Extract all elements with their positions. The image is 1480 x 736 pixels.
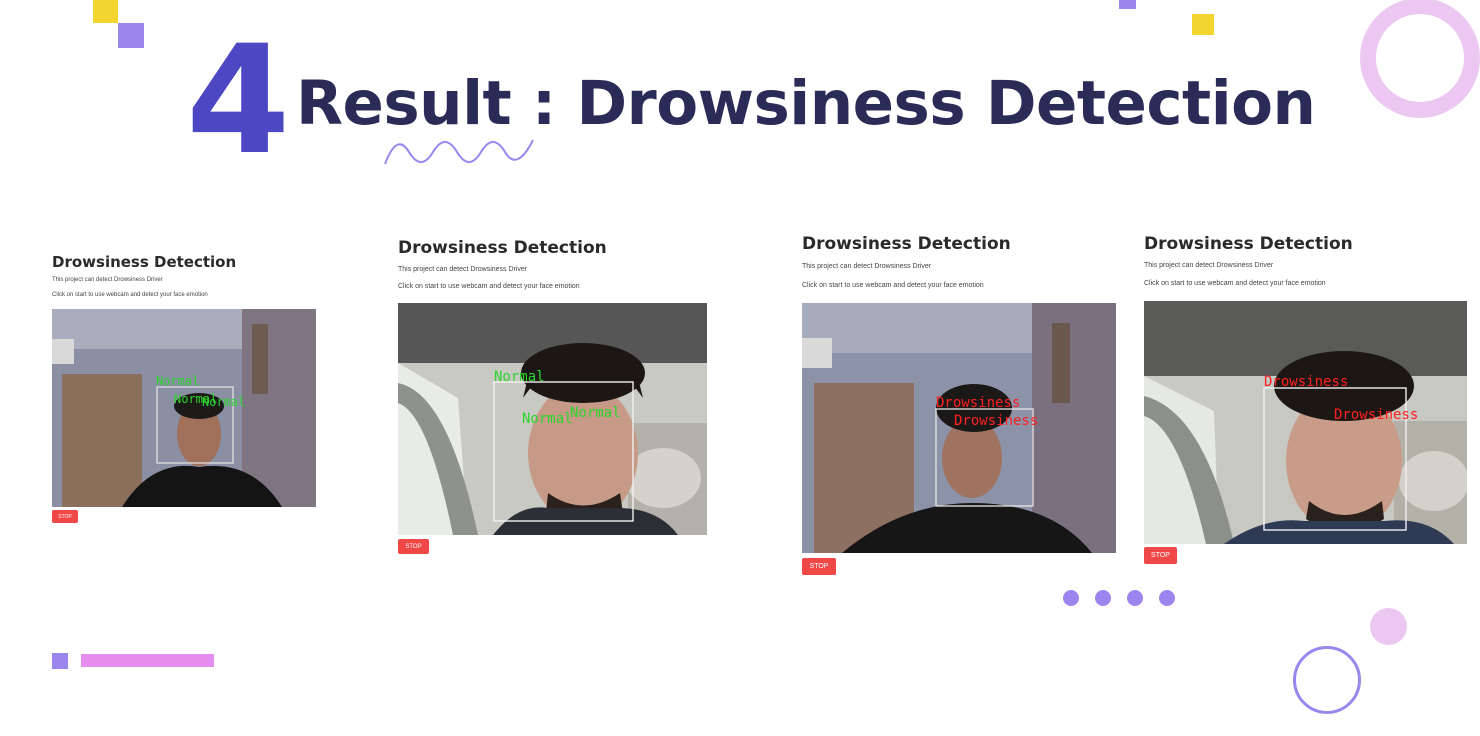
detection-label: Drowsiness (954, 413, 1039, 429)
stop-button[interactable]: STOP (52, 510, 78, 523)
decor-dot (1159, 590, 1175, 606)
detection-label: Normal (494, 369, 545, 385)
screenshot-heading: Drowsiness Detection (52, 253, 237, 271)
decor-pink-ring (1360, 0, 1480, 118)
screenshot-desc-line2: Click on start to use webcam and detect … (1144, 280, 1326, 287)
decor-purple-square-small (1119, 0, 1136, 9)
screenshot-desc-line1: This project can detect Drowsiness Drive… (802, 263, 932, 270)
screenshot-desc-line1: This project can detect Drowsiness Drive… (1144, 262, 1274, 269)
screenshot-3: Drowsiness Detection This project can de… (802, 233, 1120, 578)
webcam-feed: Drowsiness Drowsiness (802, 303, 1116, 553)
screenshot-2: Drowsiness Detection This project can de… (398, 237, 710, 557)
screenshot-desc-line1: This project can detect Drowsiness Drive… (398, 266, 528, 273)
decor-dot (1095, 590, 1111, 606)
decor-purple-square (118, 23, 144, 48)
slide-number: 4 (186, 14, 290, 188)
detection-label: Drowsiness (1264, 374, 1349, 390)
screenshot-desc-line1: This project can detect Drowsiness Drive… (52, 277, 163, 283)
screenshot-heading: Drowsiness Detection (1144, 234, 1353, 254)
stop-button[interactable]: STOP (1144, 547, 1177, 564)
webcam-feed: Normal Normal Normal (52, 309, 316, 507)
screenshot-4: Drowsiness Detection This project can de… (1144, 233, 1470, 568)
decor-yellow-square (1192, 14, 1214, 35)
decor-yellow-square (93, 0, 118, 23)
screenshot-desc-line2: Click on start to use webcam and detect … (52, 292, 208, 298)
screenshot-heading: Drowsiness Detection (398, 238, 607, 258)
detection-label: Normal (570, 405, 621, 421)
detection-label: Drowsiness (1334, 407, 1419, 423)
decor-pink-circle (1370, 608, 1407, 645)
stop-button[interactable]: STOP (398, 539, 429, 554)
screenshot-heading: Drowsiness Detection (802, 234, 1011, 254)
stop-button[interactable]: STOP (802, 558, 836, 575)
detection-label: Normal (156, 374, 200, 388)
webcam-feed: Drowsiness Drowsiness (1144, 301, 1467, 544)
screenshot-1: Drowsiness Detection This project can de… (52, 252, 322, 527)
screenshot-desc-line2: Click on start to use webcam and detect … (398, 283, 580, 290)
slide-title: Result : Drowsiness Detection (296, 68, 1316, 139)
detection-label: Normal (522, 411, 573, 427)
detection-label: Drowsiness (936, 395, 1021, 411)
webcam-feed: Normal Normal Normal (398, 303, 707, 535)
decor-dot (1127, 590, 1143, 606)
screenshot-desc-line2: Click on start to use webcam and detect … (802, 282, 984, 289)
detection-label: Normal (202, 395, 246, 409)
decor-dot (1063, 590, 1079, 606)
decor-purple-square (52, 653, 68, 669)
decor-purple-ring (1293, 646, 1361, 714)
decor-wave-icon (384, 139, 534, 165)
decor-pink-bar (81, 654, 214, 667)
